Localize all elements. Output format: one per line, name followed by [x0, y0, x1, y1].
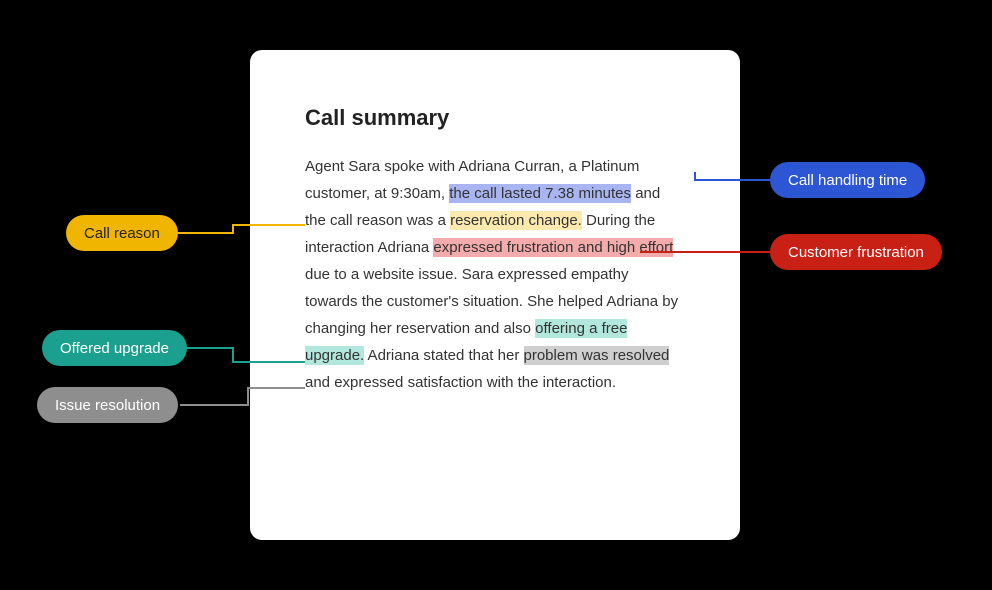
card-title: Call summary	[305, 105, 685, 131]
highlight-call-reason: reservation change.	[450, 211, 582, 230]
summary-paragraph: Agent Sara spoke with Adriana Curran, a …	[305, 153, 685, 396]
text-segment: Adriana stated that her	[364, 347, 523, 364]
text-segment: and expressed satisfaction with the inte…	[305, 374, 616, 391]
label-customer-frustration: Customer frustration	[770, 234, 942, 270]
label-call-reason: Call reason	[66, 215, 178, 251]
highlight-customer-frustration: expressed frustration and high effort	[433, 238, 673, 257]
highlight-call-handling-time: the call lasted 7.38 minutes	[449, 184, 631, 203]
label-offered-upgrade: Offered upgrade	[42, 330, 187, 366]
highlight-issue-resolution: problem was resolved	[524, 346, 670, 365]
label-call-handling-time: Call handling time	[770, 162, 925, 198]
label-issue-resolution: Issue resolution	[37, 387, 178, 423]
summary-card: Call summary Agent Sara spoke with Adria…	[250, 50, 740, 540]
